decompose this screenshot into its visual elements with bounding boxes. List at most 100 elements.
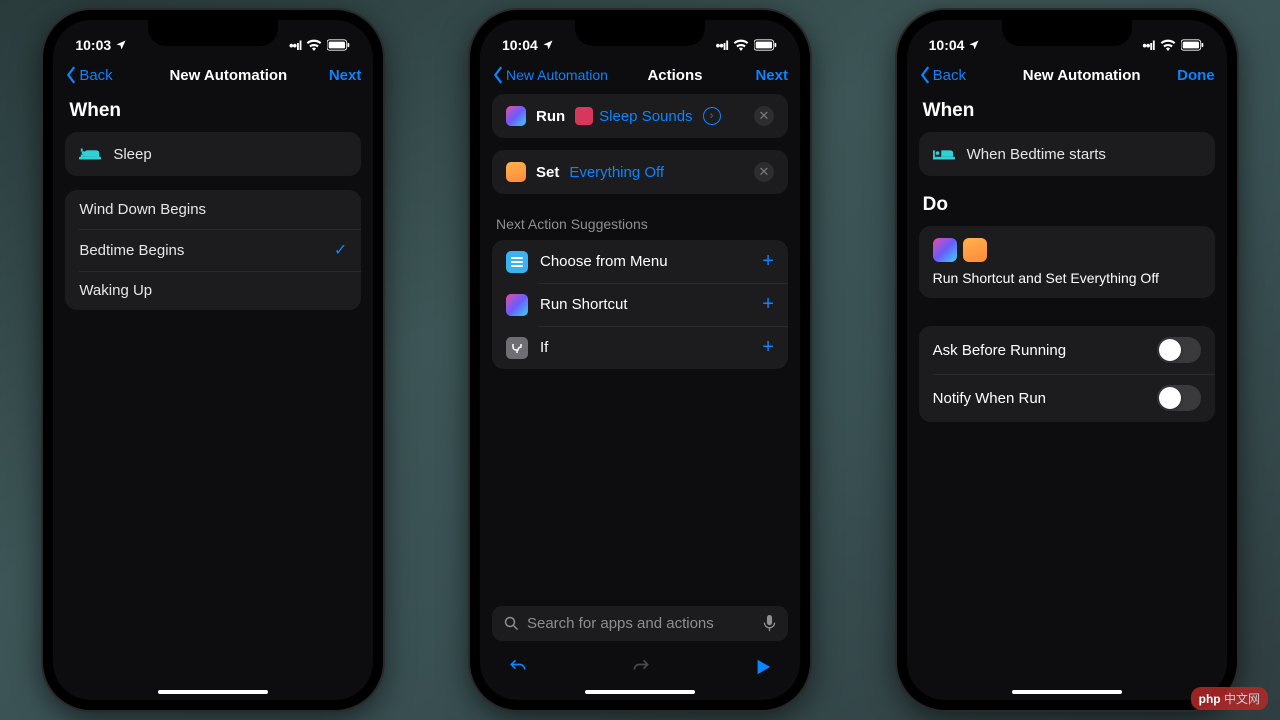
do-header: Do bbox=[923, 194, 1211, 216]
checkmark-icon: ✓ bbox=[334, 240, 347, 260]
play-button[interactable] bbox=[754, 658, 772, 681]
phone-frame-3: 10:04 Back New Automation Done When bbox=[897, 10, 1237, 710]
bed-icon bbox=[933, 143, 955, 165]
cellular-icon bbox=[716, 37, 728, 53]
clock-time: 10:03 bbox=[75, 37, 111, 53]
redo-button bbox=[631, 657, 651, 682]
nav-bar: Back New Automation Next bbox=[53, 60, 373, 94]
nav-title: New Automation bbox=[999, 67, 1165, 84]
when-header: When bbox=[69, 100, 357, 122]
screen-1: 10:03 Back New Automation Next When bbox=[53, 20, 373, 700]
bed-icon bbox=[79, 143, 101, 165]
back-button[interactable]: Back bbox=[919, 66, 999, 84]
toggle-notify-when-run[interactable] bbox=[1157, 385, 1201, 411]
remove-action-button[interactable]: ✕ bbox=[754, 162, 774, 182]
suggestion-if[interactable]: If + bbox=[492, 326, 788, 369]
add-icon: + bbox=[762, 250, 774, 273]
battery-icon bbox=[1181, 39, 1205, 51]
cellular-icon bbox=[289, 37, 301, 53]
battery-icon bbox=[754, 39, 778, 51]
setting-notify-when-run: Notify When Run bbox=[919, 374, 1215, 422]
if-icon bbox=[506, 337, 528, 359]
cellular-icon bbox=[1142, 37, 1154, 53]
setting-label: Ask Before Running bbox=[933, 342, 1066, 359]
suggestion-label: Run Shortcut bbox=[540, 296, 628, 313]
option-bedtime[interactable]: Bedtime Begins ✓ bbox=[65, 229, 361, 271]
clock-time: 10:04 bbox=[929, 37, 965, 53]
search-input[interactable]: Search for apps and actions bbox=[492, 606, 788, 641]
screen-3: 10:04 Back New Automation Done When bbox=[907, 20, 1227, 700]
mic-icon[interactable] bbox=[763, 615, 776, 632]
trigger-label: Sleep bbox=[113, 146, 347, 163]
notch bbox=[148, 20, 278, 46]
setting-label: Notify When Run bbox=[933, 390, 1046, 407]
do-summary: Run Shortcut and Set Everything Off bbox=[933, 270, 1201, 286]
toolbar bbox=[492, 649, 788, 684]
watermark: php php 中文网中文网 bbox=[1191, 687, 1268, 710]
options-list: Wind Down Begins Bedtime Begins ✓ Waking… bbox=[65, 190, 361, 310]
home-app-icon bbox=[963, 238, 987, 262]
undo-button[interactable] bbox=[508, 657, 528, 682]
settings-list: Ask Before Running Notify When Run bbox=[919, 326, 1215, 422]
action-set[interactable]: Set Everything Off ✕ bbox=[492, 150, 788, 194]
action-param[interactable]: Everything Off bbox=[569, 164, 664, 181]
remove-action-button[interactable]: ✕ bbox=[754, 106, 774, 126]
phone-frame-2: 10:04 New Automation Actions Next Run bbox=[470, 10, 810, 710]
search-icon bbox=[504, 616, 519, 631]
disclosure-icon[interactable]: › bbox=[703, 107, 721, 125]
search-placeholder: Search for apps and actions bbox=[527, 615, 714, 632]
notch bbox=[1002, 20, 1132, 46]
add-icon: + bbox=[762, 336, 774, 359]
wifi-icon bbox=[306, 39, 322, 51]
home-indicator[interactable] bbox=[585, 690, 695, 694]
home-indicator[interactable] bbox=[1012, 690, 1122, 694]
phone-frame-1: 10:03 Back New Automation Next When bbox=[43, 10, 383, 710]
wifi-icon bbox=[1160, 39, 1176, 51]
add-icon: + bbox=[762, 293, 774, 316]
next-button[interactable]: Next bbox=[738, 67, 788, 84]
clock-time: 10:04 bbox=[502, 37, 538, 53]
suggestion-run-shortcut[interactable]: Run Shortcut + bbox=[492, 283, 788, 326]
sleep-sounds-icon bbox=[575, 107, 593, 125]
next-button[interactable]: Next bbox=[311, 67, 361, 84]
trigger-card[interactable]: Sleep bbox=[65, 132, 361, 176]
chevron-left-icon bbox=[65, 66, 77, 84]
nav-bar: New Automation Actions Next bbox=[480, 60, 800, 94]
location-icon bbox=[542, 39, 554, 51]
suggestion-choose-from-menu[interactable]: Choose from Menu + bbox=[492, 240, 788, 283]
shortcuts-icon bbox=[506, 294, 528, 316]
done-button[interactable]: Done bbox=[1165, 67, 1215, 84]
location-icon bbox=[115, 39, 127, 51]
option-wind-down[interactable]: Wind Down Begins bbox=[65, 190, 361, 229]
back-button[interactable]: New Automation bbox=[492, 66, 612, 84]
screen-2: 10:04 New Automation Actions Next Run bbox=[480, 20, 800, 700]
back-label: Back bbox=[79, 67, 112, 84]
trigger-card[interactable]: When Bedtime starts bbox=[919, 132, 1215, 176]
chevron-left-icon bbox=[492, 66, 504, 84]
action-param[interactable]: Sleep Sounds bbox=[575, 107, 692, 125]
home-indicator[interactable] bbox=[158, 690, 268, 694]
when-header: When bbox=[923, 100, 1211, 122]
back-button[interactable]: Back bbox=[65, 66, 145, 84]
suggestions-list: Choose from Menu + Run Shortcut + If + bbox=[492, 240, 788, 369]
battery-icon bbox=[327, 39, 351, 51]
suggestions-header: Next Action Suggestions bbox=[496, 216, 784, 232]
notch bbox=[575, 20, 705, 46]
shortcuts-icon bbox=[506, 106, 526, 126]
trigger-label: When Bedtime starts bbox=[967, 146, 1201, 163]
do-card[interactable]: Run Shortcut and Set Everything Off bbox=[919, 226, 1215, 298]
toggle-ask-before-running[interactable] bbox=[1157, 337, 1201, 363]
wifi-icon bbox=[733, 39, 749, 51]
action-run[interactable]: Run Sleep Sounds › ✕ bbox=[492, 94, 788, 138]
back-label: Back bbox=[933, 67, 966, 84]
setting-ask-before-running: Ask Before Running bbox=[919, 326, 1215, 374]
location-icon bbox=[968, 39, 980, 51]
back-label: New Automation bbox=[506, 67, 608, 83]
action-verb: Run bbox=[536, 108, 565, 125]
shortcuts-icon bbox=[933, 238, 957, 262]
option-waking-up[interactable]: Waking Up bbox=[65, 271, 361, 310]
nav-title: Actions bbox=[612, 67, 738, 84]
suggestion-label: If bbox=[540, 339, 548, 356]
home-app-icon bbox=[506, 162, 526, 182]
nav-bar: Back New Automation Done bbox=[907, 60, 1227, 94]
